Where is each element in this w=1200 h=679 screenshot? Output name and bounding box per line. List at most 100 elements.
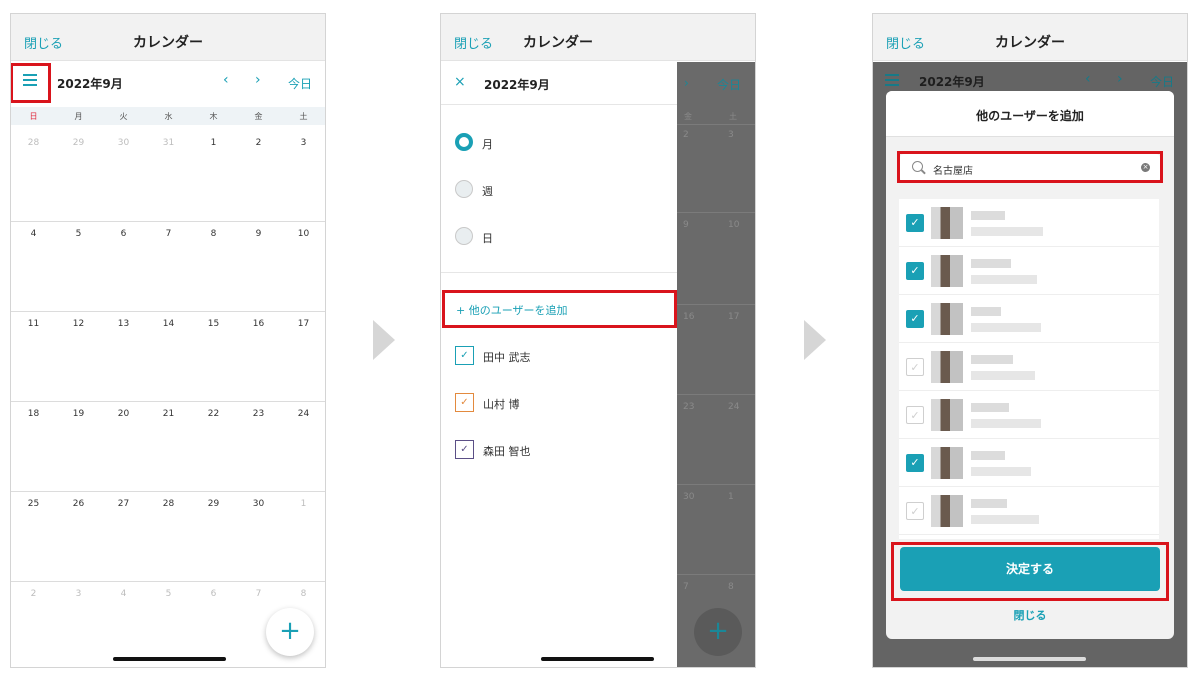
day-cell[interactable]: 9 [236, 229, 281, 239]
user-list-item[interactable]: ✓ [899, 295, 1159, 343]
user-list-item[interactable]: ✓ [899, 343, 1159, 391]
user-list-item[interactable]: ✓ [899, 199, 1159, 247]
day-cell[interactable]: 22 [191, 409, 236, 419]
checkbox-checked[interactable]: ✓ [906, 214, 924, 232]
day-cell[interactable]: 29 [56, 138, 101, 148]
day-cell[interactable]: 28 [146, 499, 191, 509]
user-list-item[interactable]: ✓ [899, 487, 1159, 535]
weekday-label: 木 [209, 112, 218, 121]
checkbox-checked[interactable]: ✓ [906, 310, 924, 328]
day-cell[interactable]: 4 [101, 589, 146, 599]
weekday-header: 日 月 火 水 木 金 土 [11, 107, 325, 125]
checkbox-unchecked[interactable]: ✓ [906, 502, 924, 520]
add-user-button[interactable]: + 他のユーザーを追加 [456, 302, 568, 318]
day-cell[interactable]: 21 [146, 409, 191, 419]
search-input[interactable]: 名古屋店 × [900, 154, 1160, 182]
day-cell[interactable]: 30 [101, 138, 146, 148]
radio-unselected[interactable] [455, 180, 473, 198]
day-cell[interactable]: 3 [281, 138, 325, 148]
clear-icon[interactable]: × [1141, 163, 1150, 172]
weekday-label: 金 [254, 112, 263, 121]
dialog-title: 他のユーザーを追加 [976, 109, 1084, 123]
confirm-button[interactable]: 決定する [900, 547, 1160, 591]
check-icon[interactable]: ✓ [455, 346, 474, 365]
month-label: 2022年9月 [484, 78, 550, 92]
day-cell[interactable]: 5 [56, 229, 101, 239]
blurred-detail [971, 275, 1037, 284]
day-cell[interactable]: 26 [56, 499, 101, 509]
day-cell[interactable]: 18 [11, 409, 56, 419]
close-icon[interactable]: × [454, 74, 466, 90]
blurred-name [971, 259, 1011, 268]
day-cell[interactable]: 27 [101, 499, 146, 509]
day-cell[interactable]: 24 [281, 409, 325, 419]
day-cell[interactable]: 8 [191, 229, 236, 239]
day-cell[interactable]: 17 [281, 319, 325, 329]
day-cell[interactable]: 16 [236, 319, 281, 329]
day-cell[interactable]: 4 [11, 229, 56, 239]
check-icon[interactable]: ✓ [455, 393, 474, 412]
radio-unselected[interactable] [455, 227, 473, 245]
avatar [931, 399, 963, 431]
week-row: 11 12 13 14 15 16 17 [11, 311, 325, 402]
day-cell[interactable]: 23 [236, 409, 281, 419]
day-cell[interactable]: 5 [146, 589, 191, 599]
day-cell[interactable]: 6 [101, 229, 146, 239]
prev-month-button[interactable]: ‹ [223, 72, 229, 88]
menu-icon[interactable] [23, 74, 37, 86]
weekday-label: 月 [74, 112, 83, 121]
day-cell[interactable]: 31 [146, 138, 191, 148]
user-list-item[interactable]: ✓ [899, 439, 1159, 487]
day-cell[interactable]: 14 [146, 319, 191, 329]
user-list-item[interactable]: ✓ [899, 391, 1159, 439]
day-cell[interactable]: 28 [11, 138, 56, 148]
checkbox-checked[interactable]: ✓ [906, 454, 924, 472]
next-month-button[interactable]: › [255, 72, 261, 88]
avatar [931, 447, 963, 479]
radio-selected[interactable] [455, 133, 473, 151]
home-indicator [541, 657, 654, 661]
day-cell[interactable]: 2 [11, 589, 56, 599]
day-cell[interactable]: 1 [191, 138, 236, 148]
week-row: 25 26 27 28 29 30 1 [11, 491, 325, 582]
day-cell[interactable]: 12 [56, 319, 101, 329]
blurred-name [971, 307, 1001, 316]
day-cell[interactable]: 7 [236, 589, 281, 599]
user-list-item[interactable]: ✓ [899, 247, 1159, 295]
day-cell[interactable]: 2 [236, 138, 281, 148]
weekday-label: 土 [299, 112, 308, 121]
day-cell[interactable]: 13 [101, 319, 146, 329]
checkbox-checked[interactable]: ✓ [906, 262, 924, 280]
dialog-close-button[interactable]: 閉じる [886, 607, 1174, 623]
day-cell[interactable]: 19 [56, 409, 101, 419]
day-cell[interactable]: 30 [236, 499, 281, 509]
day-cell[interactable]: 7 [146, 229, 191, 239]
day-cell[interactable]: 15 [191, 319, 236, 329]
day-cell[interactable]: 8 [281, 589, 325, 599]
add-event-button[interactable]: + [266, 608, 314, 656]
day-cell: 17 [728, 312, 740, 322]
weekday-label: 土 [729, 112, 737, 121]
view-drawer: × 2022年9月 月 週 日 + 他のユーザーを追加 ✓ 田中 武志 ✓ 山村… [441, 62, 677, 667]
day-cell: 3 [728, 130, 734, 140]
day-cell[interactable]: 11 [11, 319, 56, 329]
blurred-detail [971, 419, 1041, 428]
day-cell[interactable]: 3 [56, 589, 101, 599]
weekday-label: 金 [684, 112, 692, 121]
day-cell[interactable]: 6 [191, 589, 236, 599]
checkbox-unchecked[interactable]: ✓ [906, 406, 924, 424]
checkbox-unchecked[interactable]: ✓ [906, 358, 924, 376]
blurred-name [971, 499, 1007, 508]
day-cell[interactable]: 29 [191, 499, 236, 509]
day-cell[interactable]: 1 [281, 499, 325, 509]
top-bar: 閉じる カレンダー [441, 14, 755, 61]
today-button[interactable]: 今日 [288, 75, 312, 92]
day-cell[interactable]: 20 [101, 409, 146, 419]
weekday-label: 日 [29, 112, 38, 121]
home-indicator [973, 657, 1086, 661]
top-bar: 閉じる カレンダー [873, 14, 1187, 61]
check-icon[interactable]: ✓ [455, 440, 474, 459]
day-cell[interactable]: 25 [11, 499, 56, 509]
user-name: 田中 武志 [483, 351, 531, 364]
day-cell[interactable]: 10 [281, 229, 325, 239]
